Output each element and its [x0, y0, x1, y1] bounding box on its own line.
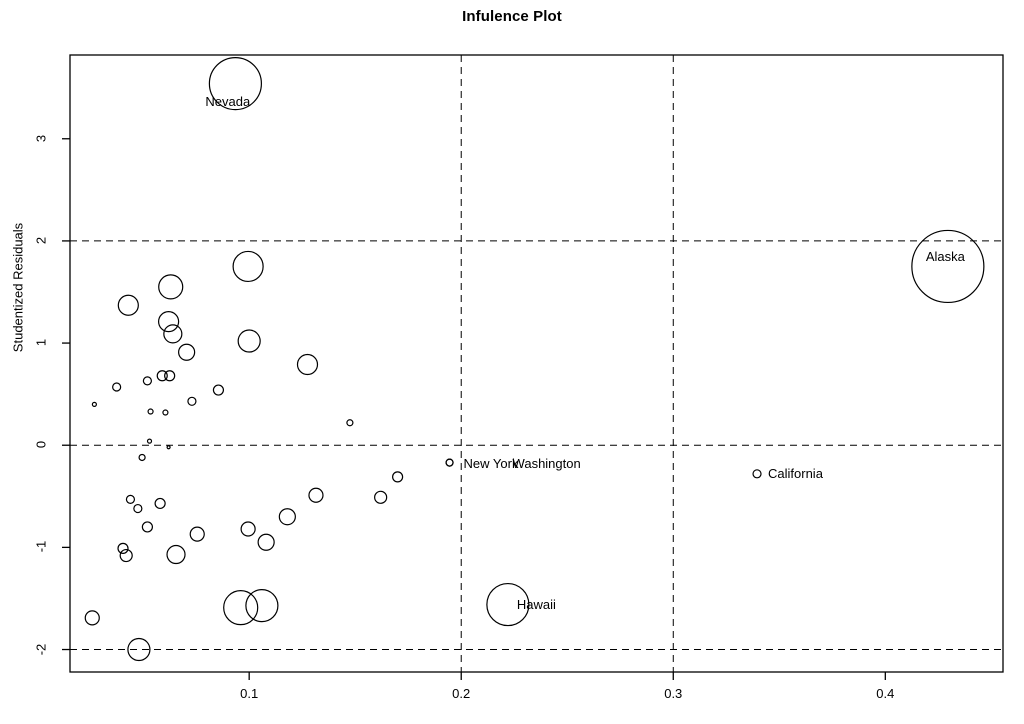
data-point[interactable]	[125, 494, 136, 504]
point-label-alaska: Alaska	[925, 249, 965, 265]
x-axis-tick-label: 0.4	[876, 686, 895, 701]
x-axis-tick-label: 0.1	[240, 686, 259, 701]
data-point[interactable]	[84, 610, 100, 626]
data-point-washington[interactable]	[445, 458, 454, 467]
data-point[interactable]	[187, 396, 197, 406]
data-point[interactable]	[296, 353, 319, 376]
y-axis-tick-label: 3	[33, 134, 49, 142]
point-label-nevada: Nevada	[205, 93, 251, 109]
data-point[interactable]	[212, 384, 225, 396]
point-label-california: California	[768, 465, 823, 481]
data-point[interactable]	[232, 250, 264, 283]
data-point-group	[84, 57, 985, 662]
data-point[interactable]	[133, 503, 143, 514]
data-point[interactable]	[158, 274, 184, 300]
data-point[interactable]	[237, 329, 261, 353]
x-axis-tick-label: 0.3	[664, 686, 683, 701]
data-point[interactable]	[346, 419, 354, 427]
data-point[interactable]	[245, 589, 279, 623]
data-point[interactable]	[240, 521, 256, 537]
data-point[interactable]	[392, 471, 404, 483]
data-point[interactable]	[257, 533, 275, 551]
y-axis-tick-label: 2	[33, 236, 49, 245]
data-point[interactable]	[119, 548, 133, 563]
data-point[interactable]	[158, 311, 180, 333]
data-point[interactable]	[141, 521, 153, 533]
point-label-washington: Washington	[512, 455, 581, 471]
point-label-hawaii: Hawaii	[516, 596, 556, 612]
data-point[interactable]	[164, 370, 176, 382]
plot-border	[69, 54, 1004, 673]
y-axis-tick-label: -2	[33, 643, 49, 655]
influence-plot: Infulence Plot Studentized Residuals 0.1…	[0, 0, 1024, 724]
data-point[interactable]	[146, 438, 153, 444]
data-point[interactable]	[91, 401, 97, 407]
data-point[interactable]	[278, 508, 296, 526]
data-point[interactable]	[112, 382, 122, 392]
data-point[interactable]	[138, 453, 146, 462]
data-point[interactable]	[142, 376, 152, 386]
data-point[interactable]	[154, 497, 166, 510]
data-point[interactable]	[147, 408, 154, 415]
data-point[interactable]	[189, 526, 205, 542]
data-point[interactable]	[223, 590, 259, 626]
y-axis-tick-label: -1	[33, 541, 49, 553]
data-point[interactable]	[162, 409, 169, 416]
y-axis-tick-label: 1	[33, 338, 49, 347]
data-point[interactable]	[117, 542, 129, 554]
data-point[interactable]	[166, 445, 171, 450]
point-label-new-york: New York	[463, 455, 519, 471]
data-point[interactable]	[117, 294, 139, 316]
x-axis-tick-label: 0.2	[452, 686, 471, 701]
data-point[interactable]	[178, 343, 196, 361]
reference-lines	[70, 55, 1003, 672]
data-point[interactable]	[308, 487, 324, 503]
y-axis-tick-label: 0	[33, 441, 49, 449]
axis-box	[69, 54, 1004, 673]
data-point[interactable]	[163, 324, 183, 344]
data-point-california[interactable]	[752, 469, 762, 479]
plot-canvas	[62, 54, 1004, 680]
data-point[interactable]	[374, 490, 388, 504]
data-point[interactable]	[166, 544, 186, 565]
axis-ticks	[62, 138, 886, 680]
